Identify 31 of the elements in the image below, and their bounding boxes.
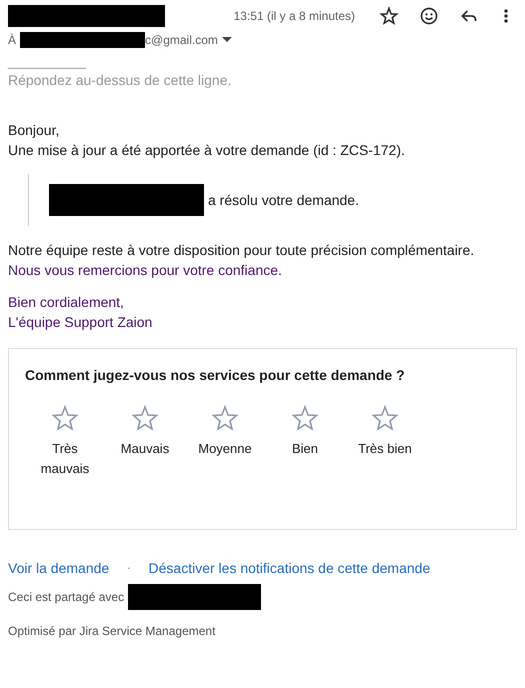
closing-text: Notre équipe reste à votre disposition pour toute précision complémentaire. (8, 241, 476, 260)
emoji-icon[interactable] (419, 6, 439, 26)
recipient-address: c@gmail.com (145, 33, 218, 47)
rating-label: Très mauvais (40, 440, 90, 478)
signature-text: L'équipe Support Zaion (8, 313, 154, 332)
dropdown-icon[interactable] (222, 37, 232, 43)
rating-star[interactable] (52, 405, 78, 431)
recipient-label: À (8, 33, 16, 47)
update-message: Une mise à jour a été apportée à votre demande (id : ZCS-172). (8, 141, 406, 160)
rating-label: Bien (290, 440, 320, 458)
closing-text: Nous vous remercions pour votre confiance. (8, 261, 283, 280)
view-request-link[interactable]: Voir la demande (8, 560, 110, 576)
rating-label: Très bien (357, 440, 413, 458)
timestamp: 13:51 (il y a 8 minutes) (234, 9, 355, 23)
signature-text: Bien cordialement, (8, 293, 125, 312)
rating-star[interactable] (212, 405, 238, 431)
rating-star[interactable] (132, 405, 158, 431)
disable-notifications-link[interactable]: Désactiver les notifications de cette demande (148, 560, 430, 576)
rating-star[interactable] (372, 405, 398, 431)
reply-hint: Répondez au-dessus de cette ligne. (8, 71, 232, 90)
resolution-message: a résolu votre demande. (208, 192, 359, 208)
powered-by-text: Optimisé par Jira Service Management (8, 624, 216, 638)
greeting: Bonjour, (8, 121, 60, 140)
rating-label: Moyenne (197, 440, 253, 458)
star-icon[interactable] (379, 6, 399, 26)
shared-with-text: Ceci est partagé avec (8, 590, 124, 604)
rating-label: Mauvais (120, 440, 170, 458)
survey-question: Comment jugez-vous nos services pour cette demande ? (25, 367, 406, 383)
link-separator: · (127, 562, 131, 574)
rating-star[interactable] (292, 405, 318, 431)
separator-line: __________ (8, 54, 87, 68)
